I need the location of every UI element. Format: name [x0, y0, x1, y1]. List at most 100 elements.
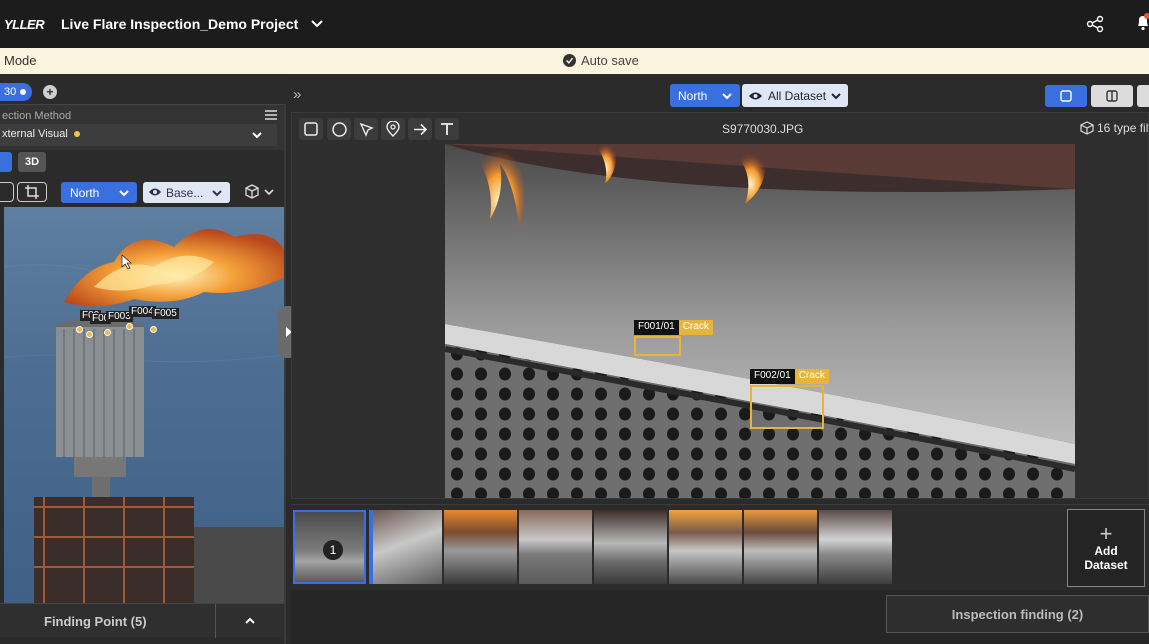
finding-bbox-tag[interactable]: F002/01 Crack [750, 369, 829, 384]
thumbnail[interactable] [594, 510, 667, 584]
dataset-tab-label: 30 [4, 86, 17, 98]
finding-class: Crack [678, 320, 713, 335]
thumbnail-index-badge: 1 [323, 540, 343, 560]
inspection-method-label: ection Method [2, 110, 72, 122]
eye-icon [749, 92, 762, 100]
thumbnail[interactable] [744, 510, 817, 584]
layer-select-label: Base... [166, 186, 204, 200]
autosave-status: Auto save [563, 53, 639, 68]
finding-point-marker[interactable] [126, 323, 133, 330]
thumbnail[interactable] [819, 510, 892, 584]
layout-single-button[interactable] [1045, 85, 1087, 107]
inspection-method-value: xternal Visual [2, 128, 68, 140]
eye-icon [149, 188, 161, 196]
divider [215, 604, 216, 638]
inspection-method-select[interactable]: xternal Visual [0, 124, 277, 146]
arrow-right-icon [413, 123, 427, 135]
autosave-label: Auto save [581, 53, 639, 68]
left-toolbar: North Base... [0, 180, 286, 206]
type-filter-label: 16 type filt [1097, 121, 1149, 135]
image-filename: S9770030.JPG [722, 122, 804, 136]
add-tab-button[interactable]: + [43, 85, 57, 99]
finding-class: Crack [794, 369, 829, 384]
status-dot-icon [20, 89, 27, 95]
top-bar: YLLER Live Flare Inspection_Demo Project [0, 0, 1149, 48]
app-logo: YLLER [4, 17, 45, 32]
finding-point-marker[interactable] [76, 326, 83, 333]
finding-point-tab[interactable]: Finding Point (5) [44, 614, 147, 629]
cube-filter-icon[interactable] [244, 183, 276, 201]
thumbnail-strip: 1 + Add Dataset [291, 504, 1149, 590]
rectangle-icon [304, 122, 318, 136]
dataset-select[interactable]: All Dataset [742, 84, 848, 107]
hamburger-menu-icon[interactable] [265, 108, 277, 123]
finding-point-marker[interactable] [104, 329, 111, 336]
finding-bbox[interactable] [750, 385, 824, 429]
thumbnail[interactable] [519, 510, 592, 584]
location-pin-icon [386, 121, 400, 137]
chevron-down-icon[interactable] [308, 14, 326, 32]
flare-stack-image[interactable]: F00 F00 F003 F004 F005 [4, 207, 285, 603]
direction-select[interactable]: North [670, 84, 740, 107]
finding-point-label[interactable]: F005 [152, 308, 179, 319]
direction-select-label: North [70, 186, 100, 200]
single-view-icon [1060, 90, 1072, 102]
select-tool-button[interactable] [0, 182, 14, 202]
rectangle-tool-button[interactable] [299, 118, 323, 140]
bottom-panel: Inspection finding (2) [291, 590, 1149, 644]
view-2d-toggle[interactable] [0, 152, 12, 172]
left-panel: 30 + ection Method xternal Visual 3D Nor… [0, 74, 286, 644]
mode-label: Mode [4, 53, 37, 68]
finding-point-marker[interactable] [150, 326, 157, 333]
finding-bbox-tag[interactable]: F001/01 Crack [634, 320, 713, 335]
finding-id: F002/01 [750, 369, 795, 384]
type-filter-button[interactable]: 16 type filt [1080, 121, 1149, 135]
crop-icon [25, 185, 39, 199]
arrow-tool-button[interactable] [408, 118, 432, 140]
expand-panel-icon[interactable]: » [293, 86, 301, 103]
mode-bar: Mode Auto save [0, 48, 1149, 74]
divider [284, 104, 286, 644]
text-tool-button[interactable] [435, 118, 459, 140]
chevron-down-icon [252, 132, 262, 139]
chevron-down-icon [722, 93, 732, 100]
direction-select[interactable]: North [61, 182, 137, 203]
image-viewer: S9770030.JPG 16 type filt F001/01 Crack … [291, 112, 1149, 499]
flare-stack-illustration [4, 229, 285, 603]
finding-bbox[interactable] [634, 336, 681, 356]
finding-point-marker[interactable] [86, 331, 93, 338]
annotation-toolbar: S9770030.JPG 16 type filt [292, 113, 1149, 144]
layout-more-button[interactable] [1137, 85, 1149, 107]
inspection-finding-tab[interactable]: Inspection finding (2) [886, 595, 1149, 633]
check-circle-icon [563, 54, 576, 67]
circle-tool-button[interactable] [327, 118, 351, 140]
project-title[interactable]: Live Flare Inspection_Demo Project [61, 16, 298, 32]
layer-select[interactable]: Base... [143, 182, 230, 203]
cube-filter-icon [1080, 121, 1094, 135]
finding-id: F001/01 [634, 320, 679, 335]
text-icon [441, 123, 453, 135]
share-icon[interactable] [1086, 15, 1104, 33]
thumbnail[interactable] [369, 510, 442, 584]
split-view-icon [1106, 90, 1118, 102]
dataset-select-label: All Dataset [768, 89, 827, 103]
dataset-tab[interactable]: 30 [0, 83, 33, 101]
crop-tool-button[interactable] [17, 182, 47, 202]
thumbnail[interactable] [669, 510, 742, 584]
polygon-tool-button[interactable] [354, 118, 378, 140]
add-dataset-button[interactable]: + Add Dataset [1067, 509, 1145, 587]
view-3d-toggle[interactable]: 3D [18, 152, 46, 172]
inspection-method-section: ection Method xternal Visual [0, 104, 284, 150]
chevron-up-icon[interactable] [243, 614, 257, 628]
thumbnail[interactable]: 1 [293, 510, 366, 584]
thumbnail[interactable] [444, 510, 517, 584]
viewer-controls: » North All Dataset [288, 82, 1149, 110]
notification-bell-icon[interactable] [1136, 12, 1149, 32]
circle-icon [331, 121, 347, 137]
finding-point-bar: Finding Point (5) [0, 603, 286, 638]
direction-select-label: North [678, 89, 708, 103]
inspection-photo[interactable]: F001/01 Crack F002/01 Crack [445, 144, 1075, 498]
point-tool-button[interactable] [381, 118, 405, 140]
add-dataset-label: Add Dataset [1084, 544, 1128, 572]
layout-split-button[interactable] [1091, 85, 1133, 107]
